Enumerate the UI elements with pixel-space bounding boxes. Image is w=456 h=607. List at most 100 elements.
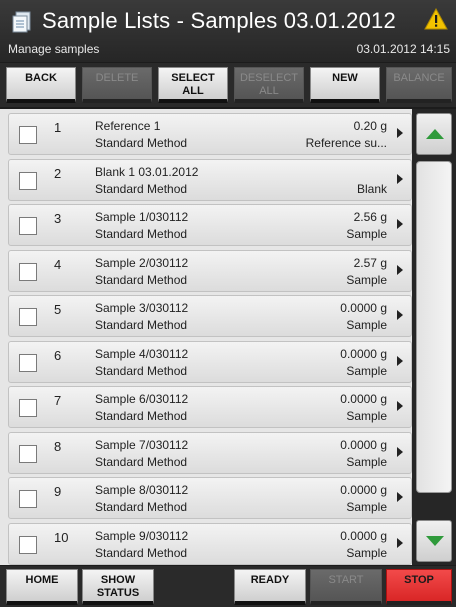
sample-number: 2 [54, 165, 62, 181]
home-button[interactable]: HOME [6, 569, 78, 605]
sample-row[interactable]: 7 Sample 6/030112 Standard Method 0.0000 g S… [8, 386, 412, 428]
sample-type: Blank [356, 181, 387, 196]
title-bar: Sample Lists - Samples 03.01.2012 Manage… [0, 0, 456, 62]
sample-name: Sample 3/030112 [95, 301, 189, 315]
chevron-right-icon[interactable] [397, 310, 403, 320]
sample-row[interactable]: 10 Sample 9/030112 Standard Method 0.0000 g… [8, 522, 412, 565]
sample-name: Sample 9/030112 [95, 528, 189, 543]
sample-list: 1 Reference 1 Standard Method 0.20 g Referen… [0, 109, 412, 565]
sample-name: Sample 8/030112 [95, 483, 189, 497]
chevron-right-icon[interactable] [397, 128, 403, 138]
chevron-right-icon[interactable] [397, 401, 403, 411]
chevron-right-icon[interactable] [397, 355, 403, 366]
start-button[interactable]: START [310, 569, 382, 605]
sample-amount: 0.20 g [353, 119, 387, 133]
sample-method: Standard Method [95, 318, 188, 332]
toolbar: BACK DELETE SELECT ALL DESELECT ALL NEW … [0, 63, 456, 107]
sample-row[interactable]: 9 Sample 8/030112 Standard Method 0.0000 g S… [8, 477, 412, 519]
page-subtitle: Manage samples [8, 42, 100, 56]
balance-button[interactable]: BALANCE [386, 67, 452, 103]
sample-type: Sample [346, 500, 387, 514]
chevron-right-icon[interactable] [397, 492, 403, 502]
sample-row[interactable]: 5 Sample 3/030112 Standard Method 0.0000 g S… [8, 295, 412, 337]
deselect-all-button[interactable]: DESELECT ALL [234, 67, 304, 103]
sample-type: Sample [346, 318, 387, 332]
show-status-button[interactable]: SHOW STATUS [82, 569, 154, 605]
sample-type: Sample [346, 272, 387, 287]
sample-amount: 2.57 g [353, 255, 387, 270]
sample-checkbox[interactable] [19, 535, 37, 554]
arrow-down-icon [426, 536, 444, 546]
sample-checkbox[interactable] [19, 217, 37, 235]
chevron-right-icon[interactable] [397, 537, 403, 548]
sample-number: 10 [54, 529, 69, 545]
sample-list-icon [12, 11, 31, 33]
stop-button[interactable]: STOP [386, 569, 452, 605]
sample-method: Standard Method [95, 181, 188, 196]
sample-name: Sample 4/030112 [95, 346, 189, 361]
sample-type: Sample [346, 454, 387, 469]
sample-row[interactable]: 3 Sample 1/030112 Standard Method 2.56 g Sam… [8, 204, 412, 246]
sample-number: 6 [54, 347, 62, 363]
sample-row[interactable]: 1 Reference 1 Standard Method 0.20 g Referen… [8, 113, 412, 155]
sample-method: Standard Method [95, 136, 188, 150]
sample-row[interactable]: 8 Sample 7/030112 Standard Method 0.0000 g S… [8, 431, 412, 474]
warning-triangle-icon[interactable] [424, 8, 448, 30]
sample-type: Sample [346, 363, 387, 378]
scroll-up-button[interactable] [416, 113, 452, 155]
sample-number: 9 [54, 484, 62, 499]
sample-number: 4 [54, 256, 62, 272]
sample-method: Standard Method [95, 454, 188, 469]
sample-method: Standard Method [95, 500, 188, 514]
ready-button[interactable]: READY [234, 569, 306, 605]
date-time: 03.01.2012 14:15 [356, 42, 450, 56]
sample-amount: 0.0000 g [340, 528, 387, 543]
chevron-right-icon[interactable] [397, 264, 403, 275]
sample-row[interactable]: 2 Blank 1 03.01.2012 Standard Method Blank [8, 158, 412, 201]
sample-amount: 2.56 g [353, 210, 387, 224]
sample-method: Standard Method [95, 409, 188, 423]
sample-amount: 0.0000 g [340, 392, 387, 406]
arrow-up-icon [426, 129, 444, 139]
select-all-button[interactable]: SELECT ALL [158, 67, 228, 103]
sample-amount: 0.0000 g [340, 437, 387, 452]
page-title: Sample Lists - Samples 03.01.2012 [42, 8, 396, 33]
scrollbar[interactable] [412, 109, 456, 565]
sample-amount: 0.0000 g [340, 346, 387, 361]
sample-checkbox[interactable] [19, 444, 37, 463]
sample-name: Sample 6/030112 [95, 392, 189, 406]
sample-type: Sample [346, 409, 387, 423]
sample-method: Standard Method [95, 272, 188, 287]
sample-amount: 0.0000 g [340, 483, 387, 497]
sample-checkbox[interactable] [19, 399, 37, 417]
sample-type: Sample [346, 545, 387, 560]
sample-name: Sample 2/030112 [95, 255, 189, 270]
bottom-bar: HOME SHOW STATUS READY START STOP [0, 566, 456, 607]
sample-checkbox[interactable] [19, 308, 37, 326]
sample-method: Standard Method [95, 545, 188, 560]
scroll-down-button[interactable] [416, 520, 452, 562]
chevron-right-icon[interactable] [397, 219, 403, 229]
chevron-right-icon[interactable] [397, 173, 403, 184]
sample-method: Standard Method [95, 363, 188, 378]
sample-number: 8 [54, 438, 62, 454]
sample-name: Reference 1 [95, 119, 161, 133]
sample-checkbox[interactable] [19, 353, 37, 372]
chevron-right-icon[interactable] [397, 446, 403, 457]
sample-checkbox[interactable] [19, 171, 37, 190]
delete-button[interactable]: DELETE [82, 67, 152, 103]
scroll-thumb[interactable] [416, 161, 452, 493]
sample-number: 7 [54, 393, 62, 408]
sample-number: 3 [54, 211, 62, 226]
sample-checkbox[interactable] [19, 262, 37, 281]
sample-row[interactable]: 4 Sample 2/030112 Standard Method 2.57 g Sam… [8, 249, 412, 292]
sample-type: Reference su... [305, 136, 387, 150]
sample-checkbox[interactable] [19, 490, 37, 508]
sample-name: Sample 7/030112 [95, 437, 189, 452]
sample-checkbox[interactable] [19, 126, 37, 144]
sample-name: Blank 1 03.01.2012 [95, 164, 199, 179]
back-button[interactable]: BACK [6, 67, 76, 103]
new-button[interactable]: NEW [310, 67, 380, 103]
sample-number: 1 [54, 120, 62, 135]
sample-row[interactable]: 6 Sample 4/030112 Standard Method 0.0000 g S… [8, 340, 412, 383]
